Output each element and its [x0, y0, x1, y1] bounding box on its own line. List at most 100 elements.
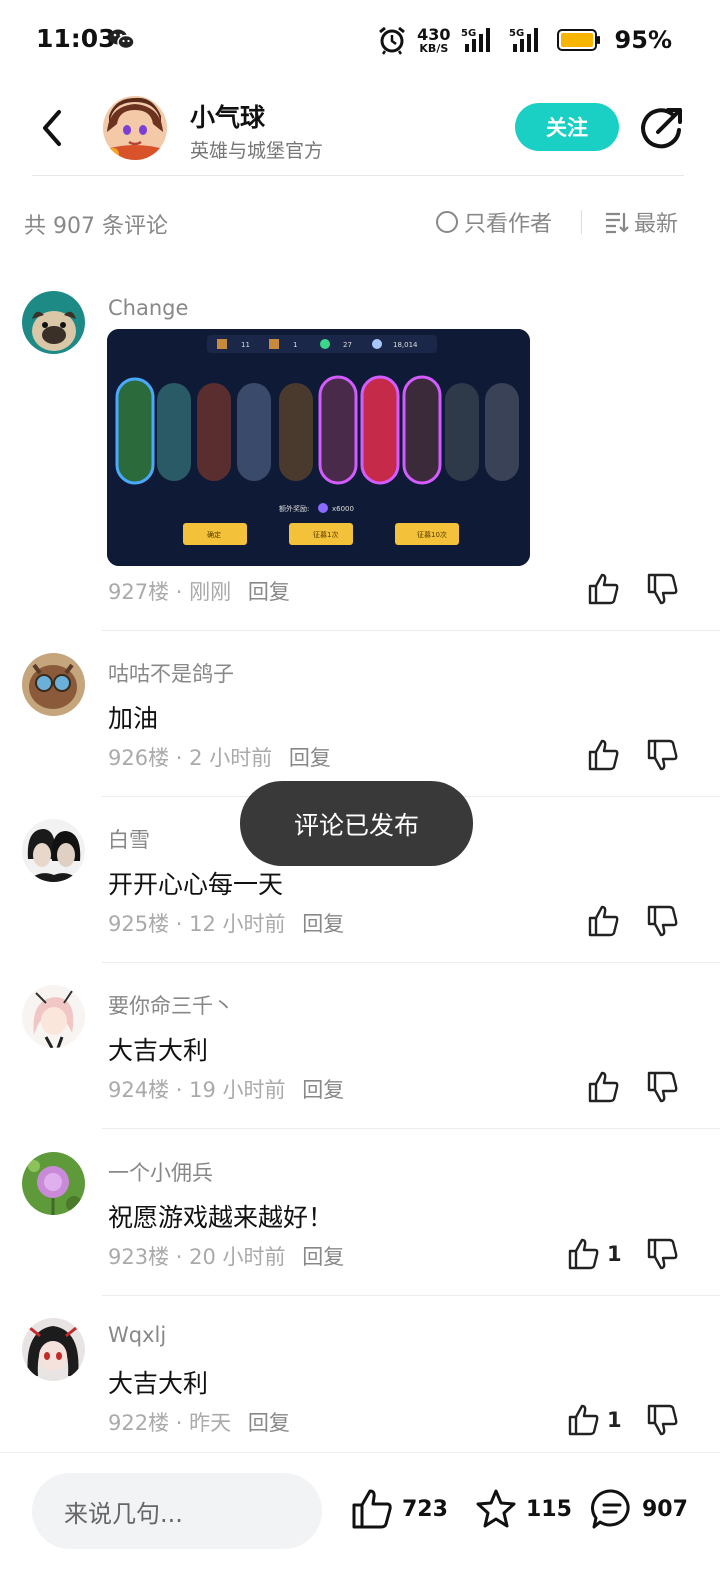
like-button[interactable] — [587, 1070, 627, 1104]
comment-time: 刚刚 — [189, 580, 232, 604]
svg-text:确定: 确定 — [207, 530, 221, 539]
user-avatar[interactable] — [22, 985, 85, 1048]
comment-time: 20 小时前 — [189, 1245, 286, 1269]
comments-button[interactable]: 907 — [590, 1487, 688, 1531]
filter-separator — [581, 210, 582, 234]
user-avatar[interactable] — [22, 653, 85, 716]
svg-text:5G: 5G — [461, 28, 476, 39]
thumbs-down-icon[interactable] — [646, 572, 680, 606]
comment-time: 19 小时前 — [189, 1078, 286, 1102]
svg-text:5G: 5G — [509, 28, 524, 39]
like-count: 1 — [607, 1408, 622, 1432]
thumbs-up-icon — [588, 573, 619, 605]
only-author-toggle[interactable]: 只看作者 — [436, 206, 552, 238]
like-count: 1 — [607, 1242, 622, 1266]
comment-meta: 926楼 · 2 小时前 回复 — [108, 742, 331, 772]
alarm-icon — [379, 26, 406, 55]
reply-button[interactable]: 回复 — [302, 912, 344, 936]
svg-text:27: 27 — [343, 341, 352, 349]
reply-button[interactable]: 回复 — [302, 1078, 344, 1102]
thumbs-up-icon — [352, 1489, 392, 1529]
svg-text:11: 11 — [241, 341, 250, 349]
like-button[interactable] — [587, 572, 627, 606]
author-subtitle: 英雄与城堡官方 — [190, 140, 324, 162]
sort-button[interactable]: 最新 — [604, 206, 678, 238]
meta-dot: · — [175, 912, 183, 936]
thumbs-up-icon — [588, 905, 619, 937]
svg-text:征募1次: 征募1次 — [313, 530, 338, 539]
reply-button[interactable]: 回复 — [248, 580, 290, 604]
comment-meta: 927楼 · 刚刚 回复 — [108, 576, 290, 606]
author-avatar[interactable] — [103, 96, 167, 160]
comment-text: 加油 — [108, 704, 159, 733]
comment-username[interactable]: Wqxlj — [108, 1323, 166, 1347]
user-avatar[interactable] — [22, 1318, 85, 1381]
reply-button[interactable]: 回复 — [302, 1245, 344, 1269]
thumbs-up-icon — [588, 1071, 619, 1103]
comment-input[interactable]: 来说几句... — [32, 1473, 322, 1549]
comment-username[interactable]: Change — [108, 296, 188, 320]
post-like-button[interactable]: 723 — [350, 1487, 448, 1531]
reply-button[interactable]: 回复 — [248, 1411, 290, 1435]
comment-divider — [102, 962, 720, 963]
post-like-count: 723 — [402, 1496, 448, 1522]
svg-text:征募10次: 征募10次 — [417, 530, 447, 539]
meta-dot: · — [175, 1078, 183, 1102]
star-icon — [476, 1489, 516, 1528]
meta-dot: · — [175, 1411, 183, 1435]
thumbs-down-icon[interactable] — [646, 1070, 680, 1104]
toast-message: 评论已发布 — [240, 781, 473, 866]
meta-dot: · — [175, 580, 183, 604]
comment-text: 祝愿游戏越来越好！ — [108, 1203, 334, 1232]
user-avatar[interactable] — [22, 1152, 85, 1215]
favorite-button[interactable]: 115 — [474, 1487, 572, 1531]
thumbs-down-icon[interactable] — [646, 738, 680, 772]
follow-button[interactable]: 关注 — [515, 103, 619, 151]
signal-5g-icon-2: 5G — [509, 28, 538, 52]
comment-username[interactable]: 咕咕不是鸽子 — [108, 658, 234, 688]
like-button[interactable] — [587, 738, 627, 772]
reply-button[interactable]: 回复 — [289, 746, 331, 770]
comment-count: 共 907 条评论 — [24, 214, 168, 239]
user-avatar[interactable] — [22, 291, 85, 354]
thumbs-up-icon — [568, 1404, 599, 1436]
floor-number: 927楼 — [108, 580, 170, 604]
comment-text: 大吉大利 — [108, 1036, 209, 1065]
comment-divider — [102, 630, 720, 631]
sort-label: 最新 — [634, 212, 679, 237]
comment-username[interactable]: 白雪 — [108, 824, 150, 854]
like-button[interactable] — [587, 904, 627, 938]
chevron-left-icon — [43, 110, 61, 146]
comment-meta: 924楼 · 19 小时前 回复 — [108, 1074, 344, 1104]
user-avatar[interactable] — [22, 819, 85, 882]
thumbs-down-icon[interactable] — [646, 1403, 680, 1437]
comment-meta: 923楼 · 20 小时前 回复 — [108, 1241, 344, 1271]
share-icon[interactable] — [636, 104, 686, 154]
author-name[interactable]: 小气球 — [190, 98, 265, 134]
comment-meta: 922楼 · 昨天 回复 — [108, 1407, 290, 1437]
thumbs-down-icon[interactable] — [646, 1237, 680, 1271]
battery-icon — [556, 29, 600, 51]
favorite-count: 115 — [526, 1496, 572, 1522]
comment-text: 开开心心每一天 — [108, 870, 284, 899]
comment-username[interactable]: 一个小佣兵 — [108, 1157, 213, 1187]
comment-username[interactable]: 要你命三千丶 — [108, 990, 234, 1020]
svg-text:x6000: x6000 — [332, 505, 354, 513]
thumbs-up-icon — [568, 1238, 599, 1270]
comment-bubble-icon — [591, 1489, 630, 1529]
comment-image[interactable]: 11 1 27 18,014 额外奖励: x6000 确定 征募1次 征募10次 — [107, 329, 530, 566]
svg-text:额外奖励:: 额外奖励: — [279, 504, 309, 513]
like-button[interactable]: 1 — [567, 1403, 622, 1437]
meta-dot: · — [175, 746, 183, 770]
signal-5g-icon: 5G — [461, 28, 490, 52]
floor-number: 923楼 — [108, 1245, 170, 1269]
battery-percent: 95% — [614, 26, 672, 54]
thumbs-up-icon — [588, 739, 619, 771]
back-button[interactable] — [32, 102, 72, 154]
status-time: 11:03 — [36, 24, 116, 53]
wechat-icon — [109, 29, 135, 50]
net-speed: 430 KB/S — [417, 24, 451, 55]
radio-icon — [436, 211, 458, 233]
thumbs-down-icon[interactable] — [646, 904, 680, 938]
like-button[interactable]: 1 — [567, 1237, 622, 1271]
